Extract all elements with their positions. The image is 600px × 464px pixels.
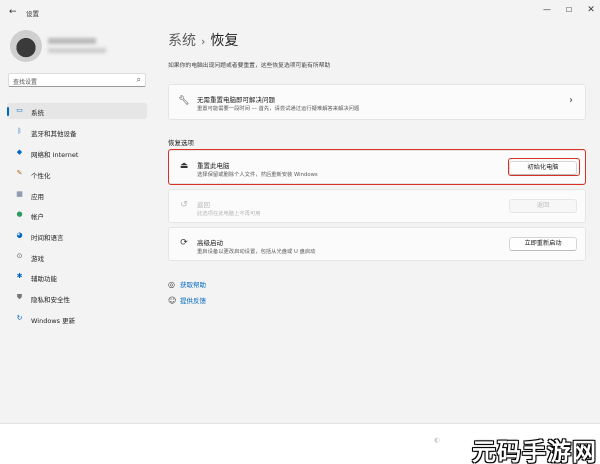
shield-icon: ⛊ (16, 293, 23, 301)
page-subtitle: 如果你的电脑出现问题或者要重置，这些恢复选项可能有所帮助 (168, 63, 331, 69)
update-icon: ↻ (16, 314, 23, 322)
advanced-startup-title: 高级启动 (197, 239, 223, 247)
title-bar: ← 设置 — ☐ ✕ (0, 0, 600, 24)
troubleshoot-card[interactable]: 🔧︎ 无需重置电脑即可解决问题 重置可能需要一段时间 — 首先，请尝试通过运行疑… (168, 84, 586, 120)
sidebar-item-gaming[interactable]: ⊙ 游戏 (7, 249, 147, 265)
wifi-icon: ◆ (16, 148, 23, 156)
watermark: ◐ 元码手游网 (434, 430, 600, 464)
sidebar-item-label: 隐私和安全性 (31, 296, 70, 304)
feedback-label: 提供反馈 (180, 297, 206, 305)
restart-now-button[interactable]: 立即重新启动 (509, 237, 577, 251)
help-icon: ◎ (168, 280, 175, 289)
settings-window: ← 设置 — ☐ ✕ 查找设置 ⌕ ▭ 系统 ᛒ 蓝牙和其他设备 ◆ 网络和 I… (0, 0, 600, 424)
sidebar-item-label: 时间和语言 (31, 234, 64, 242)
wrench-icon: 🔧︎ (178, 96, 190, 106)
sidebar-item-accessibility[interactable]: ✱ 辅助功能 (7, 269, 147, 285)
account-icon: ● (16, 210, 23, 218)
go-back-title: 返回 (197, 201, 210, 209)
bluetooth-icon: ᛒ (17, 127, 22, 135)
watermark-brand: 元码手游网 (472, 438, 597, 464)
apps-icon: ▦ (16, 190, 23, 198)
get-help-label: 获取帮助 (180, 281, 206, 289)
chevron-right-icon: › (569, 95, 573, 106)
section-title-recovery-options: 恢复选项 (168, 139, 194, 147)
sidebar-item-accounts[interactable]: ● 帐户 (7, 207, 147, 223)
brush-icon: ✎ (16, 169, 23, 177)
monitor-icon: ▭ (16, 106, 23, 114)
sidebar-item-bluetooth[interactable]: ᛒ 蓝牙和其他设备 (7, 124, 147, 140)
sidebar-item-label: 网络和 Internet (31, 151, 79, 159)
user-email-blurred (48, 48, 106, 53)
advanced-startup-card: ⟳ 高级启动 重启设备以更改启动设置，包括从光盘或 U 盘启动 立即重新启动 (168, 227, 586, 261)
search-placeholder: 查找设置 (13, 79, 38, 86)
restart-icon: ⟳ (180, 238, 188, 248)
sidebar-item-label: 辅助功能 (31, 275, 57, 283)
sidebar-item-windows-update[interactable]: ↻ Windows 更新 (7, 311, 147, 327)
globe-clock-icon: ◕ (16, 231, 23, 239)
go-back-card: ↺ 返回 此选项在此电脑上不再可用 返回 (168, 189, 586, 223)
watermark-faint-text: ◐ (434, 436, 441, 444)
advanced-startup-desc: 重启设备以更改启动设置，包括从光盘或 U 盘启动 (197, 249, 316, 255)
minimize-button[interactable]: — (536, 3, 558, 17)
search-input[interactable]: 查找设置 ⌕ (8, 73, 146, 87)
sidebar-item-network[interactable]: ◆ 网络和 Internet (7, 145, 147, 161)
sidebar-item-label: 应用 (31, 193, 44, 201)
accessibility-icon: ✱ (16, 272, 23, 280)
search-icon[interactable]: ⌕ (137, 75, 141, 85)
sidebar-item-label: 系统 (31, 109, 44, 117)
feedback-icon: ☺ (168, 296, 177, 305)
back-arrow-icon[interactable]: ← (9, 7, 17, 17)
page-title: 恢复 (210, 33, 239, 49)
window-title: 设置 (26, 10, 39, 18)
sidebar-item-time-language[interactable]: ◕ 时间和语言 (7, 228, 147, 244)
sidebar-item-apps[interactable]: ▦ 应用 (7, 187, 147, 203)
sidebar-item-privacy[interactable]: ⛊ 隐私和安全性 (7, 290, 147, 306)
troubleshoot-desc: 重置可能需要一段时间 — 首先，请尝试通过运行疑难解答来解决问题 (197, 106, 360, 112)
history-icon: ↺ (180, 200, 188, 210)
close-button[interactable]: ✕ (580, 3, 600, 17)
get-help-link[interactable]: ◎ 获取帮助 (168, 279, 206, 289)
breadcrumb: 系统 › 恢复 (168, 30, 238, 50)
sidebar-item-label: 帐户 (31, 213, 44, 221)
gamepad-icon: ⊙ (16, 252, 23, 260)
breadcrumb-parent[interactable]: 系统 (168, 33, 196, 49)
sidebar-item-system[interactable]: ▭ 系统 (7, 103, 147, 119)
sidebar-item-label: 蓝牙和其他设备 (31, 130, 77, 138)
sidebar-item-label: 游戏 (31, 255, 44, 263)
breadcrumb-separator: › (201, 35, 206, 48)
avatar[interactable] (10, 30, 42, 62)
go-back-button: 返回 (509, 199, 577, 213)
troubleshoot-title: 无需重置电脑即可解决问题 (197, 96, 275, 104)
user-name-blurred (48, 38, 96, 44)
feedback-link[interactable]: ☺ 提供反馈 (168, 295, 206, 305)
sidebar-item-personalization[interactable]: ✎ 个性化 (7, 166, 147, 182)
active-indicator (7, 107, 9, 116)
reset-button-highlight (508, 158, 580, 176)
sidebar-item-label: 个性化 (31, 172, 51, 180)
sidebar-item-label: Windows 更新 (31, 317, 76, 325)
go-back-desc: 此选项在此电脑上不再可用 (197, 211, 261, 217)
maximize-button[interactable]: ☐ (558, 3, 580, 17)
